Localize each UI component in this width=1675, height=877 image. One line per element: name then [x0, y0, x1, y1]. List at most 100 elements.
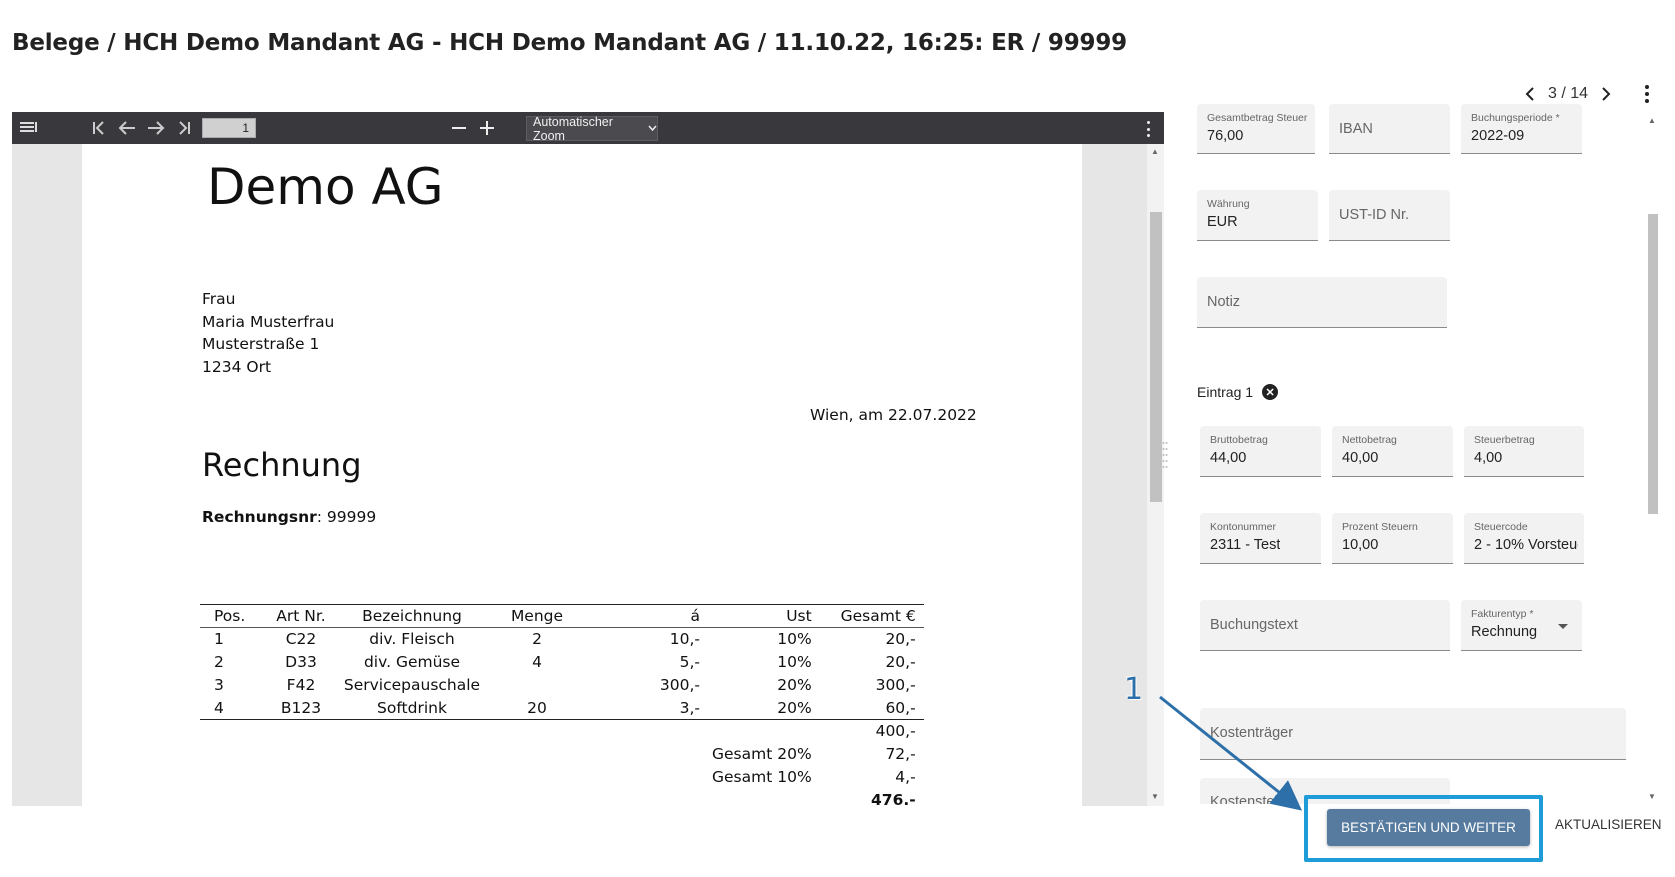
chevron-right-icon: [1602, 87, 1611, 101]
pdf-scrollbar[interactable]: ▲ ▼: [1147, 144, 1164, 806]
remove-entry-icon[interactable]: ✕: [1262, 384, 1279, 400]
table-cell: 300,-: [875, 676, 916, 694]
table-cell: 20,-: [885, 630, 916, 649]
first-page-icon[interactable]: [88, 118, 110, 138]
table-row: 3 F42 Servicepauschale 300,- 20% 300,-: [200, 674, 924, 697]
table-cell: 5,-: [679, 653, 700, 671]
address-line: Musterstraße 1: [202, 335, 320, 353]
zoom-select-label: Automatischer Zoom: [533, 114, 613, 143]
fakturentyp-select[interactable]: Fakturentyp * Rechnung: [1461, 600, 1582, 651]
more-options-icon[interactable]: [1643, 83, 1651, 105]
scroll-down-icon[interactable]: ▼: [1648, 792, 1656, 801]
column-header: Menge: [482, 604, 592, 628]
table-cell: F42: [286, 676, 316, 694]
sidebar-toggle-icon[interactable]: [18, 118, 40, 138]
company-name: Demo AG: [207, 158, 444, 216]
steuerbetrag-field[interactable]: Steuerbetrag 4,00: [1464, 426, 1584, 477]
pdf-tools-icon[interactable]: [1145, 121, 1151, 137]
form-scrollbar[interactable]: ▲ ▼: [1645, 112, 1659, 804]
field-label: Nettobetrag: [1342, 434, 1397, 446]
tax10-label: Gesamt 10%: [712, 768, 812, 786]
page-number-input[interactable]: 1: [202, 118, 256, 138]
field-value: 2311 - Test: [1210, 537, 1281, 553]
last-page-icon[interactable]: [173, 118, 195, 138]
steuercode-field[interactable]: Steuercode 2 - 10% Vorsteuer: [1464, 513, 1584, 564]
next-page-icon[interactable]: [145, 118, 167, 138]
table-cell: 20: [482, 696, 592, 720]
table-row: 4 B123 Softdrink 20 3,- 20% 60,-: [200, 696, 924, 720]
prev-record-button[interactable]: [1518, 82, 1542, 106]
table-cell: div. Gemüse: [363, 653, 461, 671]
invoice-number-value: : 99999: [316, 508, 377, 526]
document-title: Rechnung: [202, 446, 362, 484]
column-header: Pos.: [200, 604, 260, 628]
iban-field[interactable]: IBAN: [1329, 104, 1450, 154]
table-cell: 4: [200, 696, 260, 720]
column-header: Bezeichnung: [342, 604, 482, 628]
entry-label: Eintrag 1: [1197, 384, 1254, 400]
bruttobetrag-field[interactable]: Bruttobetrag 44,00: [1200, 426, 1321, 477]
scroll-down-icon[interactable]: ▼: [1151, 792, 1159, 801]
scroll-up-icon[interactable]: ▲: [1151, 147, 1159, 156]
buchungstext-field[interactable]: Buchungstext: [1200, 600, 1450, 651]
tax20-row: Gesamt 20% 72,-: [200, 743, 924, 766]
waehrung-field[interactable]: Währung EUR: [1197, 190, 1318, 241]
tax10-value: 4,-: [895, 768, 916, 786]
total-value: 476.-: [871, 791, 916, 806]
previous-page-icon[interactable]: [116, 118, 138, 138]
pdf-toolbar: 1 Automatischer Zoom: [12, 112, 1164, 144]
notiz-field[interactable]: Notiz: [1197, 277, 1447, 328]
subtotal-row: 400,-: [200, 720, 924, 743]
form-scrollbar-thumb[interactable]: [1648, 214, 1658, 514]
table-header-row: Pos. Art Nr. Bezeichnung Menge á Ust Ges…: [200, 604, 924, 628]
zoom-out-icon[interactable]: [448, 118, 470, 138]
field-value: 4,00: [1474, 450, 1503, 466]
address-line: Frau: [202, 290, 236, 308]
buchungsperiode-field[interactable]: Buchungsperiode * 2022-09: [1461, 104, 1582, 154]
field-label: Kontonummer: [1210, 521, 1276, 533]
column-header: á: [592, 604, 712, 628]
field-placeholder: Notiz: [1207, 294, 1241, 310]
update-button[interactable]: AKTUALISIEREN: [1555, 817, 1662, 832]
invoice-number: Rechnungsnr: 99999: [202, 508, 376, 526]
table-cell: 4: [532, 653, 542, 671]
column-header: Gesamt €: [825, 604, 924, 628]
table-row: 1 C22 div. Fleisch 2 10,- 10% 20,-: [200, 628, 924, 651]
address-line: Maria Musterfrau: [202, 312, 335, 331]
table-cell: 10,-: [669, 630, 700, 649]
field-value: EUR: [1207, 214, 1238, 230]
table-cell: 10%: [777, 653, 812, 671]
address-line: 1234 Ort: [202, 357, 272, 376]
table-cell: 60,-: [825, 696, 924, 720]
field-label: Steuerbetrag: [1474, 434, 1535, 446]
splitter-handle[interactable]: [1162, 440, 1168, 470]
column-header: Art Nr.: [260, 604, 342, 628]
next-record-button[interactable]: [1594, 82, 1618, 106]
pdf-viewer: 1 Automatischer Zoom Demo AG Frau Maria …: [12, 112, 1164, 806]
pdf-scrollbar-thumb[interactable]: [1150, 212, 1162, 502]
field-placeholder: UST-ID Nr.: [1339, 207, 1410, 223]
zoom-select[interactable]: Automatischer Zoom: [526, 114, 658, 143]
annotation-highlight-box: [1304, 795, 1543, 862]
record-pager: 3 / 14: [1518, 82, 1618, 106]
zoom-in-icon[interactable]: [476, 118, 498, 138]
table-cell: 1: [214, 630, 224, 649]
column-header: Ust: [712, 604, 826, 628]
kontonummer-field[interactable]: Kontonummer 2311 - Test: [1200, 513, 1321, 564]
field-value: 2 - 10% Vorsteuer: [1474, 537, 1578, 553]
field-label: Bruttobetrag: [1210, 434, 1268, 446]
gesamtbetrag-steuer-field[interactable]: Gesamtbetrag Steuer 76,00: [1197, 104, 1315, 154]
tax20-value: 72,-: [885, 745, 916, 763]
scroll-up-icon[interactable]: ▲: [1648, 116, 1656, 125]
table-cell: B123: [260, 696, 342, 720]
invoice-number-label: Rechnungsnr: [202, 508, 317, 526]
ust-id-field[interactable]: UST-ID Nr.: [1329, 190, 1450, 241]
table-cell: Softdrink: [342, 696, 482, 720]
kostentraeger-field[interactable]: Kostenträger: [1200, 708, 1626, 760]
field-value: 2022-09: [1471, 128, 1525, 144]
prozent-steuern-field[interactable]: Prozent Steuern 10,00: [1332, 513, 1453, 564]
table-cell: 300,-: [659, 676, 700, 694]
nettobetrag-field[interactable]: Nettobetrag 40,00: [1332, 426, 1453, 477]
pager-text: 3 / 14: [1548, 85, 1589, 102]
table-cell: 20%: [777, 676, 812, 694]
